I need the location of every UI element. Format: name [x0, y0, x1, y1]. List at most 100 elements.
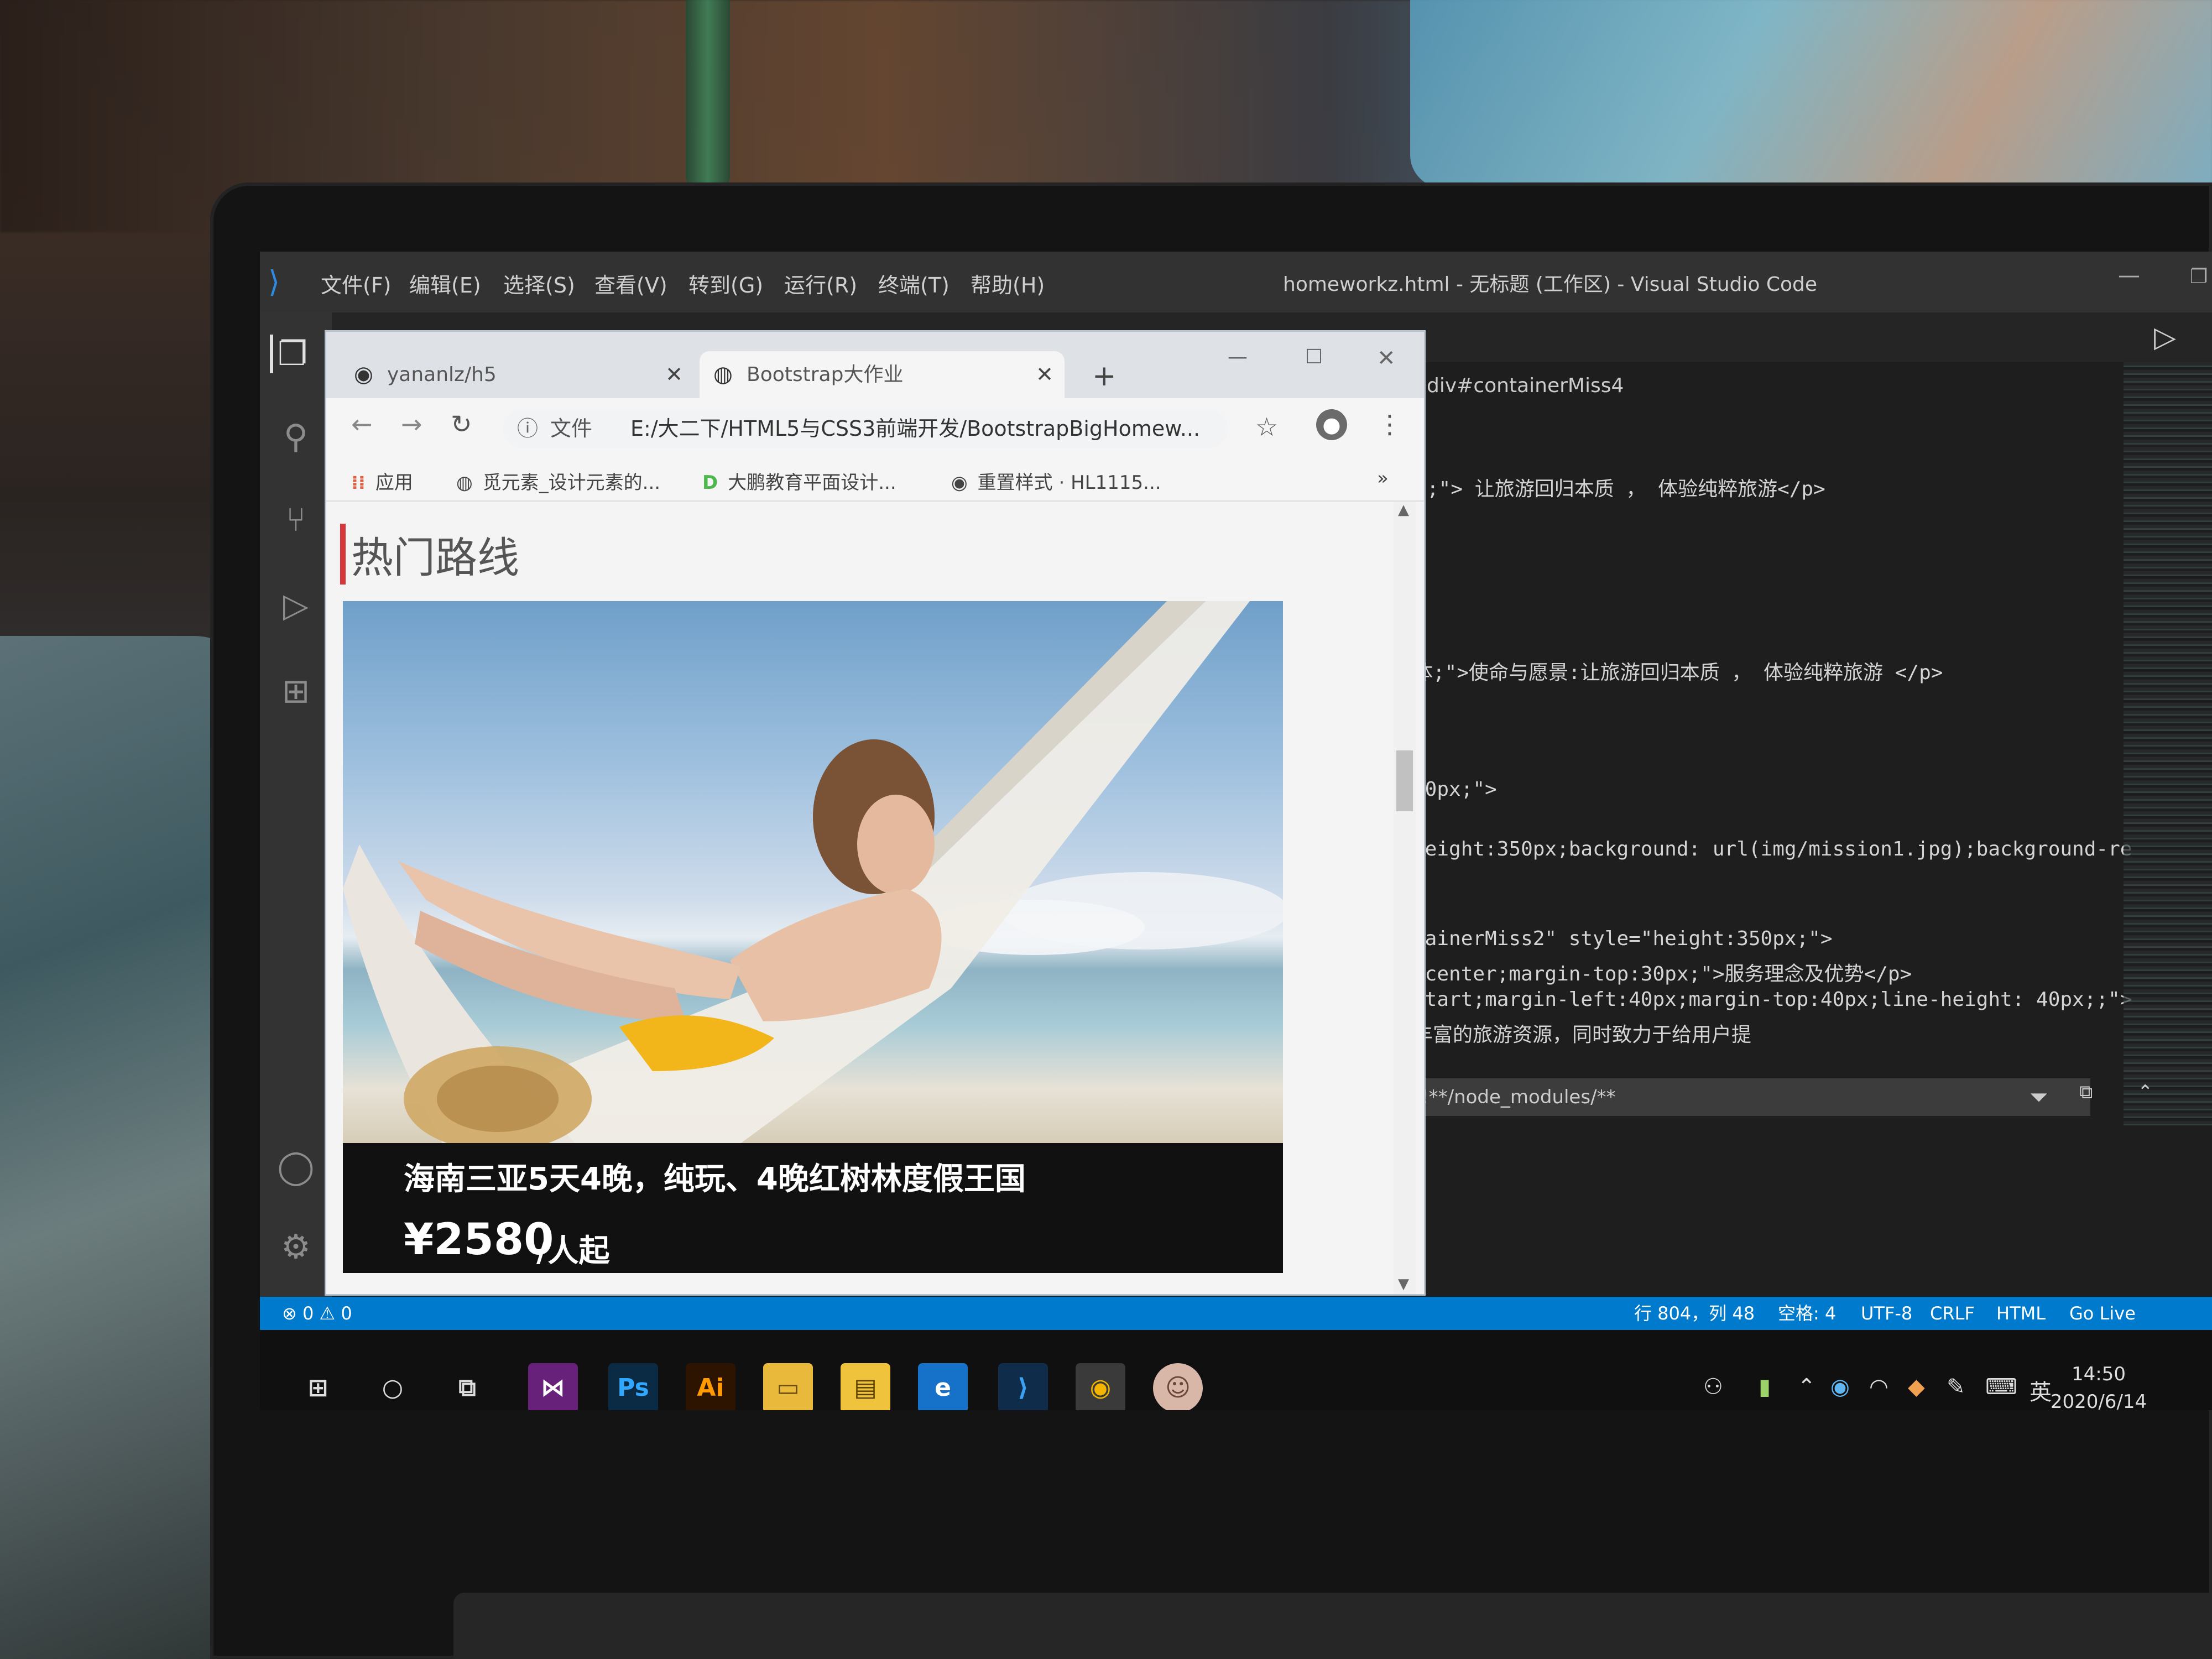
route-price: ¥2580	[404, 1215, 554, 1265]
collapse-icon[interactable]: ⧉	[2079, 1081, 2093, 1103]
people-icon[interactable]: ⚇	[1703, 1374, 1723, 1400]
bookmark-star-icon[interactable]: ☆	[1255, 412, 1278, 442]
menu-terminal[interactable]: 终端(T)	[878, 268, 950, 299]
status-bar: ⊗ 0 ⚠ 0 行 804，列 48 空格: 4 UTF-8 CRLF HTML…	[260, 1297, 2212, 1330]
minimize-icon[interactable]: —	[2118, 263, 2140, 288]
account-icon[interactable]: ◯	[276, 1147, 315, 1186]
golive-button[interactable]: Go Live	[2069, 1297, 2136, 1330]
menu-goto[interactable]: 转到(G)	[688, 268, 763, 299]
bookmark-label: 重置样式 · HL1115...	[977, 472, 1161, 494]
windows-start-icon[interactable]: ⊞	[293, 1363, 343, 1410]
address-bar[interactable]: ⓘ 文件 E:/大二下/HTML5与CSS3前端开发/BootstrapBigH…	[503, 409, 1228, 448]
menu-file[interactable]: 文件(F)	[321, 268, 392, 299]
explorer-icon[interactable]: ❐	[270, 335, 312, 373]
breadcrumb[interactable]: div#containerMiss4	[1427, 374, 1624, 397]
restore-icon[interactable]: ❐	[2190, 265, 2208, 288]
minimize-icon[interactable]: —	[1228, 346, 1248, 368]
encoding-status[interactable]: UTF-8	[1861, 1297, 1912, 1330]
back-icon[interactable]: ←	[351, 409, 373, 439]
profile-avatar-icon[interactable]: ●	[1316, 409, 1347, 440]
language-status[interactable]: HTML	[1996, 1297, 2046, 1330]
bookmarks-overflow-icon[interactable]: »	[1377, 467, 1389, 489]
close-window-icon[interactable]: ✕	[1377, 346, 1396, 371]
settings-gear-icon[interactable]: ⚙	[276, 1228, 315, 1266]
extensions-icon[interactable]: ⊞	[276, 672, 315, 711]
bookmark-item[interactable]: D 大鹏教育平面设计...	[702, 467, 896, 494]
problems-status[interactable]: ⊗ 0 ⚠ 0	[282, 1297, 352, 1330]
menu-help[interactable]: 帮助(H)	[971, 268, 1045, 299]
menu-edit[interactable]: 编辑(E)	[409, 268, 481, 299]
vscode-taskbar-icon[interactable]: ⟩	[998, 1363, 1048, 1410]
scrollbar-thumb[interactable]	[1396, 750, 1413, 811]
visual-studio-icon[interactable]: ⋈	[528, 1363, 578, 1410]
maximize-icon[interactable]: ☐	[1305, 346, 1323, 368]
source-control-icon[interactable]: ⑂	[276, 500, 315, 539]
github-icon: ◉	[951, 472, 968, 494]
scroll-down-arrow-icon[interactable]: ▼	[1398, 1276, 1409, 1292]
task-view-icon[interactable]: ⧉	[442, 1363, 492, 1410]
kebab-menu-icon[interactable]: ⋮	[1377, 409, 1402, 439]
wifi-icon[interactable]: ◠	[1869, 1374, 1888, 1400]
illustrator-icon[interactable]: Ai	[686, 1363, 735, 1410]
address-url[interactable]: E:/大二下/HTML5与CSS3前端开发/BootstrapBigHomew.…	[630, 409, 1206, 448]
apps-grid-icon: ⁞⁞	[351, 472, 366, 494]
window-title: homeworkz.html - 无标题 (工作区) - Visual Stud…	[1283, 273, 1817, 296]
menu-run[interactable]: 运行(R)	[784, 268, 857, 299]
keyboard-icon[interactable]: ⌨	[1985, 1374, 2017, 1400]
scroll-up-arrow-icon[interactable]: ▲	[1398, 502, 1409, 518]
pen-icon[interactable]: ✎	[1947, 1374, 1965, 1400]
code-line: tainerMiss2" style="height:350px;">	[1413, 927, 1833, 950]
hero-image[interactable]	[343, 601, 1283, 1143]
chrome-tabstrip: ◉ yananlz/h5 ✕ ◍ Bootstrap大作业 ✕ + — ☐ ✕	[326, 332, 1424, 398]
code-line: 50px;">	[1413, 778, 1497, 801]
run-file-icon[interactable]: ▷	[2154, 321, 2176, 354]
browser-tab[interactable]: ◉ yananlz/h5 ✕	[340, 351, 694, 398]
address-scheme: 文件	[550, 416, 593, 441]
reload-icon[interactable]: ↻	[451, 409, 472, 439]
close-icon[interactable]: ✕	[665, 351, 683, 398]
battery-icon[interactable]: ▮	[1759, 1374, 1771, 1400]
search-icon[interactable]: ⚲	[276, 418, 315, 456]
chrome-taskbar-icon[interactable]: ◉	[1076, 1363, 1125, 1410]
notepad-icon[interactable]: ▤	[841, 1363, 890, 1410]
route-title[interactable]: 海南三亚5天4晚，纯玩、4晚红树林度假王国	[404, 1154, 1026, 1199]
route-caption[interactable]: 海南三亚5天4晚，纯玩、4晚红树林度假王国 ¥2580 /人起	[343, 1143, 1283, 1273]
clock-time[interactable]: 14:50	[2041, 1363, 2157, 1385]
indentation-status[interactable]: 空格: 4	[1778, 1297, 1836, 1330]
cortana-icon[interactable]: ○	[368, 1363, 418, 1410]
bookmark-item[interactable]: ◍ 觅元素_设计元素的...	[456, 467, 660, 494]
bookmark-label: 应用	[375, 472, 413, 494]
menu-selection[interactable]: 选择(S)	[503, 268, 575, 299]
run-debug-icon[interactable]: ▷	[276, 586, 315, 625]
photoshop-icon[interactable]: Ps	[608, 1363, 658, 1410]
avatar-app-icon[interactable]: ☺	[1153, 1363, 1203, 1410]
panel-filter-input[interactable]: !**/node_modules/**	[1410, 1078, 2090, 1116]
background-bottle	[686, 0, 730, 188]
new-tab-button[interactable]: +	[1092, 359, 1117, 393]
chrome-window: ◉ yananlz/h5 ✕ ◍ Bootstrap大作业 ✕ + — ☐ ✕ …	[326, 332, 1424, 1294]
cursor-position[interactable]: 行 804，列 48	[1634, 1297, 1755, 1330]
menu-view[interactable]: 查看(V)	[594, 268, 667, 299]
vscode-logo-icon: ⟩	[268, 264, 280, 299]
eol-status[interactable]: CRLF	[1930, 1297, 1975, 1330]
chevron-up-icon[interactable]: ⌃	[1797, 1374, 1816, 1400]
chevron-up-icon[interactable]: ⌃	[2137, 1081, 2153, 1103]
ie-browser-icon[interactable]: e	[918, 1363, 968, 1410]
activity-bar: ❐ ⚲ ⑂ ▷ ⊞ ◯ ⚙	[260, 312, 332, 1297]
bookmark-item[interactable]: ◉ 重置样式 · HL1115...	[951, 467, 1161, 494]
browser-tab-active[interactable]: ◍ Bootstrap大作业 ✕	[700, 351, 1065, 398]
minimap[interactable]	[2124, 362, 2212, 1175]
close-icon[interactable]: ✕	[1036, 351, 1053, 398]
page-scrollbar[interactable]	[1394, 502, 1416, 1294]
clock-date[interactable]: 2020/6/14	[2030, 1391, 2168, 1410]
file-explorer-icon[interactable]: ▭	[763, 1363, 813, 1410]
app-tray-icon[interactable]: ◆	[1908, 1374, 1925, 1400]
github-icon: ◉	[354, 362, 373, 387]
info-icon[interactable]: ⓘ	[517, 409, 538, 448]
section-title: 热门路线	[351, 533, 519, 582]
forward-icon[interactable]: →	[401, 409, 422, 439]
dapeng-logo-icon: D	[702, 472, 718, 494]
filter-icon[interactable]: ⏷	[2030, 1078, 2048, 1116]
ie-tray-icon[interactable]: ◉	[1830, 1374, 1850, 1400]
bookmark-apps[interactable]: ⁞⁞ 应用	[351, 467, 413, 494]
